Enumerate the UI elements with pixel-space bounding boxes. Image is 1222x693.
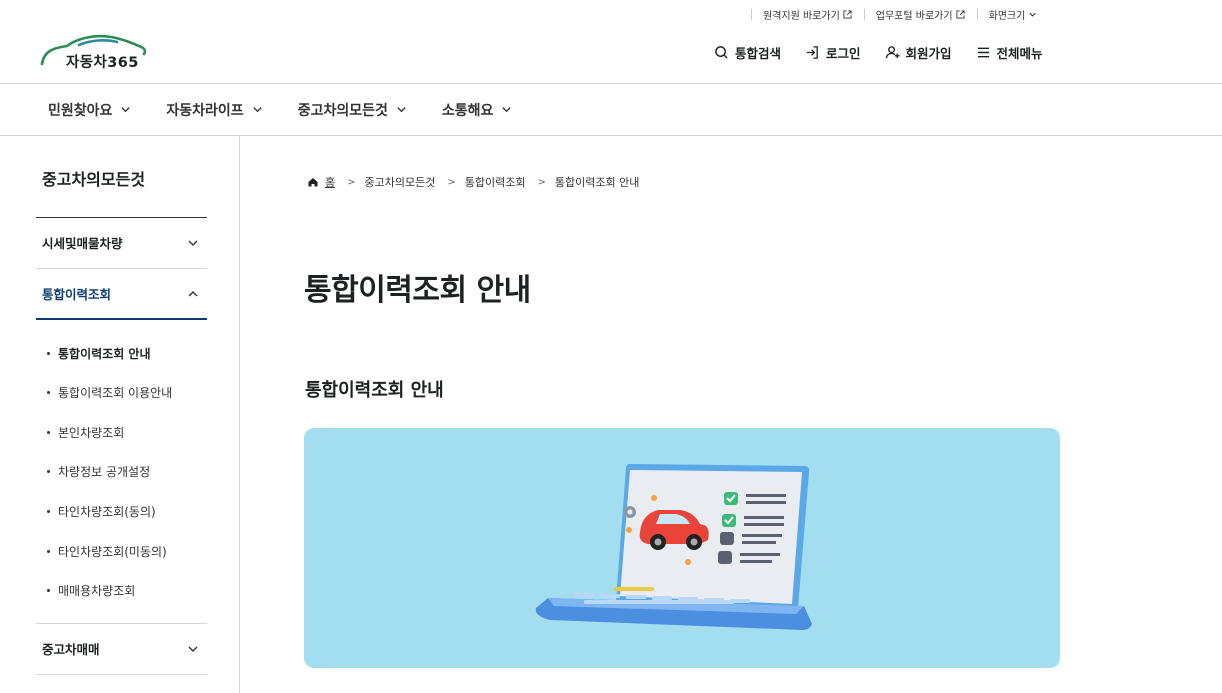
nav-divider xyxy=(0,135,1222,136)
user-add-icon xyxy=(885,46,900,59)
home-icon xyxy=(308,178,318,187)
chevron-up-icon xyxy=(188,290,198,296)
breadcrumb-item[interactable]: 중고차의모든것 xyxy=(365,174,436,190)
sidebar-group-label: 중고차매매 xyxy=(42,642,100,657)
nav-item-communication[interactable]: 소통해요 xyxy=(442,100,513,120)
search-label: 통합검색 xyxy=(735,46,782,61)
nav-item-used-car[interactable]: 중고차의모든것 xyxy=(298,100,407,120)
chevron-right-icon: > xyxy=(347,176,356,188)
chevron-right-icon: > xyxy=(537,176,546,188)
chevron-right-icon: > xyxy=(447,176,456,188)
sidebar-subitem-label: 매매용차량조회 xyxy=(58,584,136,598)
nav-item-label: 소통해요 xyxy=(441,102,494,119)
bullet-icon xyxy=(47,550,50,553)
page-title: 통합이력조회 안내 xyxy=(304,273,531,308)
sidebar-subitem-label: 차량정보 공개설정 xyxy=(58,465,151,479)
search-button[interactable]: 통합검색 xyxy=(714,43,781,62)
login-label: 로그인 xyxy=(826,46,861,61)
logo-text: 자동차365 xyxy=(66,55,139,71)
sidebar-group-label: 통합이력조회 xyxy=(42,287,112,302)
bullet-icon xyxy=(47,391,50,394)
sidebar-subitem[interactable]: 본인차량조회 xyxy=(47,424,124,441)
sidebar-subitem-label: 통합이력조회 이용안내 xyxy=(58,386,173,400)
screen-size-button[interactable]: 화면크기 xyxy=(978,7,1050,22)
breadcrumb-home-label: 홈 xyxy=(325,176,336,189)
section-title: 통합이력조회 안내 xyxy=(305,380,444,401)
chevron-down-icon xyxy=(121,107,131,113)
login-button[interactable]: 로그인 xyxy=(805,43,861,62)
site-logo[interactable]: 자동차365 xyxy=(39,31,149,73)
login-icon xyxy=(806,46,818,59)
sidebar-subitem[interactable]: 매매용차량조회 xyxy=(47,582,135,599)
chevron-down-icon xyxy=(502,107,512,113)
external-link-icon xyxy=(956,9,965,19)
sidebar-group-market-price[interactable]: 시세및매물차량 xyxy=(36,217,207,268)
main-navigation: 민원찾아요 자동차라이프 중고차의모든것 소통해요 xyxy=(48,84,547,135)
chevron-down-icon xyxy=(253,107,262,113)
chevron-down-icon xyxy=(397,107,406,113)
screen-size-label: 화면크기 xyxy=(988,10,1026,22)
bullet-icon xyxy=(47,431,50,434)
all-menu-label: 전체메뉴 xyxy=(996,46,1043,61)
bullet-icon xyxy=(47,470,50,473)
nav-item-civil-service[interactable]: 민원찾아요 xyxy=(48,100,131,120)
sidebar-group-label: 시세및매물차량 xyxy=(42,236,123,251)
sidebar-group-history[interactable]: 통합이력조회 xyxy=(36,268,207,319)
sidebar-subitem[interactable]: 타인차량조회(미동의) xyxy=(47,543,167,560)
nav-item-car-life[interactable]: 자동차라이프 xyxy=(166,100,262,120)
remote-support-label: 원격지원 바로가기 xyxy=(763,10,840,22)
breadcrumb-current: 통합이력조회 안내 xyxy=(554,176,640,189)
external-link-icon xyxy=(843,9,852,19)
nav-item-label: 민원찾아요 xyxy=(48,102,113,119)
laptop-car-illustration xyxy=(535,464,812,630)
sidebar-group-used-car-trade[interactable]: 중고차매매 xyxy=(36,623,207,674)
sidebar-active-underline xyxy=(36,318,207,320)
sidebar-subitem[interactable]: 타인차량조회(동의) xyxy=(47,503,156,520)
search-icon xyxy=(715,46,728,59)
sidebar-subitem-label: 타인차량조회(미동의) xyxy=(58,545,167,559)
nav-item-label: 자동차라이프 xyxy=(166,102,244,119)
bullet-icon xyxy=(47,510,50,513)
chevron-down-icon xyxy=(1029,12,1036,17)
breadcrumb-item[interactable]: 통합이력조회 xyxy=(465,174,526,190)
chevron-down-icon xyxy=(188,646,198,652)
sidebar-title: 중고차의모든것 xyxy=(42,170,146,189)
work-portal-label: 업무포털 바로가기 xyxy=(875,10,953,22)
header-actions: 통합검색 로그인 회원가입 전체메뉴 xyxy=(714,43,1043,62)
sidebar-subitem-label: 통합이력조회 안내 xyxy=(58,347,151,361)
bullet-icon xyxy=(47,352,50,355)
all-menu-button[interactable]: 전체메뉴 xyxy=(976,43,1043,62)
nav-item-label: 중고차의모든것 xyxy=(297,102,388,119)
sidebar-divider xyxy=(239,136,240,693)
sidebar-subitem[interactable]: 통합이력조회 이용안내 xyxy=(47,384,172,401)
breadcrumb-home[interactable]: 홈 xyxy=(307,174,335,190)
sidebar-subitem-label: 본인차량조회 xyxy=(58,426,125,440)
signup-label: 회원가입 xyxy=(905,46,952,61)
signup-button[interactable]: 회원가입 xyxy=(885,43,952,62)
remote-support-link[interactable]: 원격지원 바로가기 xyxy=(752,7,864,22)
sidebar-subitem[interactable]: 통합이력조회 안내 xyxy=(47,345,151,362)
info-banner xyxy=(304,428,1060,668)
breadcrumb: 홈 > 중고차의모든것 > 통합이력조회 > 통합이력조회 안내 xyxy=(307,174,639,190)
sidebar-divider-line xyxy=(36,674,207,675)
sidebar-subitem[interactable]: 차량정보 공개설정 xyxy=(47,463,150,480)
work-portal-link[interactable]: 업무포털 바로가기 xyxy=(865,7,977,22)
sidebar-subitem-label: 타인차량조회(동의) xyxy=(58,505,156,519)
chevron-down-icon xyxy=(188,240,198,246)
hamburger-menu-icon xyxy=(977,47,989,58)
bullet-icon xyxy=(47,589,50,592)
utility-bar: 원격지원 바로가기 업무포털 바로가기 화면크기 xyxy=(751,6,1049,22)
